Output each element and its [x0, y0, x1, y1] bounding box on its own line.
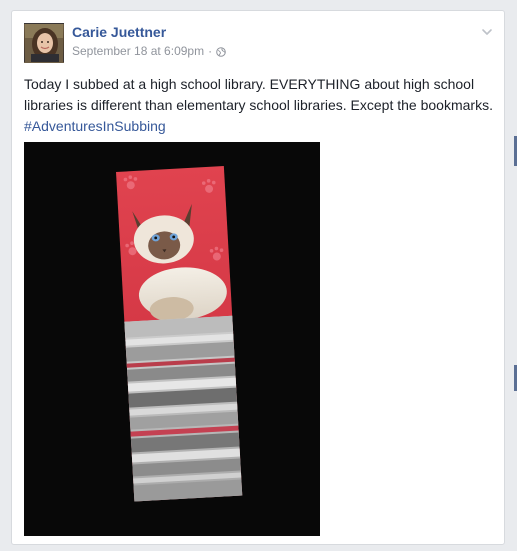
post-text-line-1: Today I subbed at a high school library.… [24, 76, 475, 92]
avatar[interactable] [24, 23, 64, 63]
hashtag-link[interactable]: #AdventuresInSubbing [24, 116, 494, 137]
bookmark-photo-illustration [24, 142, 320, 536]
post-text: Today I subbed at a high school library.… [24, 74, 494, 137]
post-timestamp[interactable]: September 18 at 6:09pm [72, 44, 204, 58]
chevron-down-icon[interactable] [480, 25, 494, 39]
post-meta: September 18 at 6:09pm · [72, 44, 226, 58]
globe-icon[interactable] [216, 46, 226, 57]
post-card: Carie Juettner September 18 at 6:09pm · … [11, 10, 505, 545]
post-photo[interactable] [24, 142, 320, 536]
author-name[interactable]: Carie Juettner [72, 24, 166, 40]
meta-separator: · [208, 44, 213, 58]
page: Carie Juettner September 18 at 6:09pm · … [0, 0, 517, 551]
post-text-line-2: libraries is different than elementary s… [24, 97, 493, 113]
